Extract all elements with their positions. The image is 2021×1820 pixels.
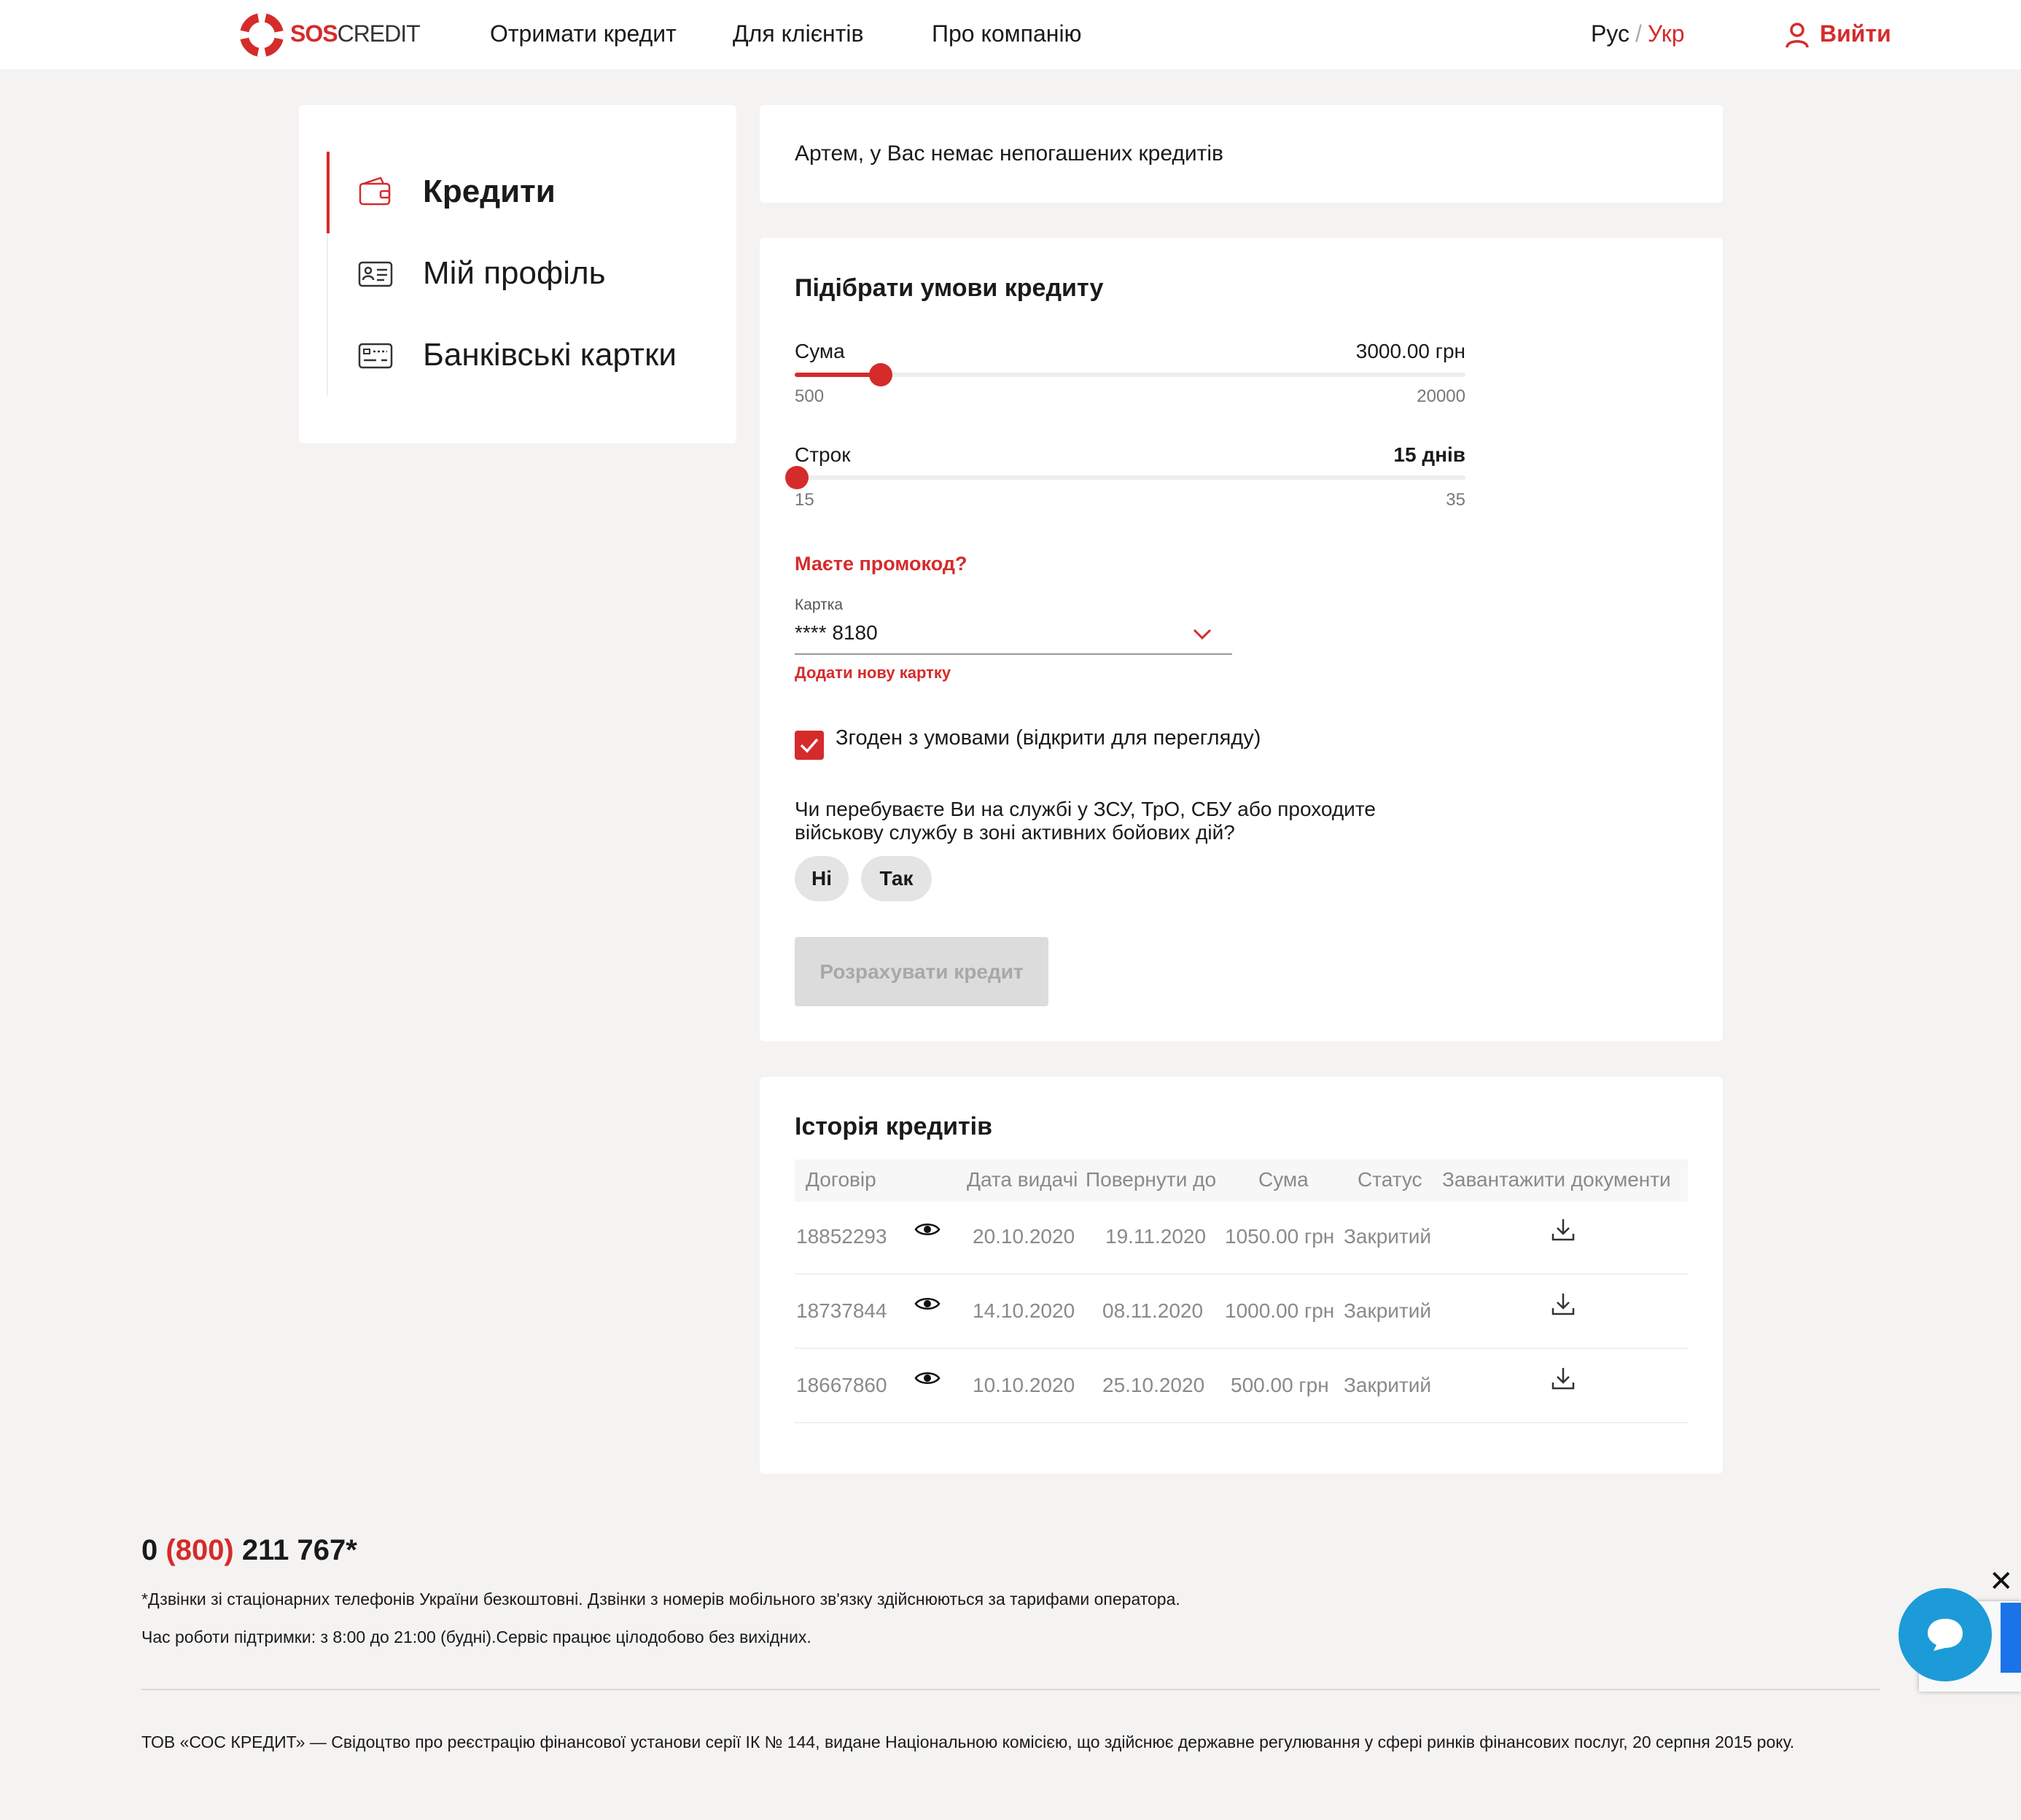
eye-icon[interactable] [914,1295,941,1312]
term-min: 15 [795,490,814,510]
row-contract: 18737844 [796,1299,887,1322]
nav-about-company[interactable]: Про компанію [932,20,1082,47]
amount-value: 3000.00 грн [1355,340,1465,362]
row-issue-date: 20.10.2020 [973,1225,1075,1248]
row-amount: 500.00 грн [1231,1374,1329,1396]
term-max: 35 [1446,490,1465,510]
lifebuoy-logo-icon[interactable] [239,12,284,58]
sidebar-item-credits[interactable]: Кредити [423,174,556,210]
logo-wordmark[interactable]: SOSCREDIT [290,20,421,47]
term-slider-thumb[interactable] [785,466,809,489]
checkmark-icon [800,738,819,753]
calculate-credit-button[interactable]: Розрахувати кредит [795,937,1048,1006]
add-new-card-link[interactable]: Додати нову картку [795,664,951,682]
row-divider [795,1422,1688,1423]
phone-prefix: 0 [141,1534,158,1566]
amount-min: 500 [795,386,825,406]
recaptcha-logo [2001,1603,2021,1673]
agree-checkbox[interactable] [795,731,824,760]
no-active-loans-message: Артем, у Вас немає непогашених кредитів [795,141,1223,166]
row-due-date: 25.10.2020 [1102,1374,1205,1396]
nav-get-credit[interactable]: Отримати кредит [490,20,677,47]
sidebar-item-profile[interactable]: Мій профіль [423,255,606,292]
wallet-icon [359,176,391,206]
row-divider [795,1273,1688,1275]
col-amount: Сума [1258,1168,1309,1191]
lang-separator: / [1635,20,1642,47]
calls-note: *Дзвінки зі стаціонарних телефонів Украї… [141,1590,1180,1609]
term-label: Строк [795,443,851,466]
nav-for-clients[interactable]: Для клієнтів [733,20,863,47]
lang-ru[interactable]: Рус [1591,20,1629,47]
col-status: Статус [1358,1168,1422,1191]
row-status: Закритий [1344,1374,1432,1396]
row-amount: 1000.00 грн [1225,1299,1335,1322]
card-select-value[interactable]: **** 8180 [795,621,878,645]
bank-card-icon [358,343,393,369]
row-status: Закритий [1344,1225,1432,1248]
support-hours: Час роботи підтримки: з 8:00 до 21:00 (б… [141,1628,811,1646]
military-question-line1: Чи перебуваєте Ви на службі у ЗСУ, ТрО, … [795,798,1376,820]
amount-slider-track[interactable] [795,373,1465,377]
language-switch: Рус / Укр [1591,20,1685,47]
support-phone[interactable]: 0 (800) 211 767* [141,1534,357,1567]
amount-label: Сума [795,340,845,362]
logo-sos: SOS [290,20,338,47]
phone-number: 211 767* [241,1534,357,1566]
col-contract: Договір [806,1168,876,1191]
row-due-date: 08.11.2020 [1102,1299,1204,1322]
chat-button[interactable] [1899,1588,1992,1681]
col-issue-date: Дата видачі [967,1168,1078,1191]
sidebar-item-bank-cards[interactable]: Банківські картки [423,337,677,373]
logout-link[interactable]: Вийти [1820,20,1891,47]
col-download-docs: Завантажити документи [1442,1168,1671,1191]
footer-divider [141,1689,1880,1690]
answer-yes-button[interactable]: Так [861,856,932,901]
id-card-icon [358,261,393,287]
promo-code-link[interactable]: Маєте промокод? [795,553,967,575]
row-status: Закритий [1344,1299,1432,1322]
logo-credit: CREDIT [337,20,421,47]
amount-slider-thumb[interactable] [868,363,892,386]
military-question-line2: військову службу в зоні активних бойових… [795,821,1235,844]
amount-slider-fill [795,373,881,377]
chat-bubble-icon [1928,1619,1963,1651]
calculator-card [760,238,1723,1041]
row-issue-date: 14.10.2020 [973,1299,1075,1322]
lang-uk[interactable]: Укр [1648,20,1685,47]
row-contract: 18852293 [796,1225,887,1248]
col-due-date: Повернути до [1086,1168,1217,1191]
answer-no-button[interactable]: Ні [795,856,849,901]
row-divider [795,1348,1688,1349]
calculator-title: Підібрати умови кредиту [795,274,1104,302]
sidebar-active-indicator [327,152,330,233]
row-amount: 1050.00 грн [1225,1225,1335,1248]
agree-terms-label[interactable]: Згоден з умовами (відкрити для перегляду… [836,726,1261,750]
download-icon[interactable] [1550,1291,1576,1317]
term-value: 15 днів [1393,443,1465,466]
term-slider-track[interactable] [795,475,1465,480]
close-icon[interactable]: ✕ [1989,1565,2014,1598]
row-due-date: 19.11.2020 [1105,1225,1207,1248]
card-select-label: Картка [795,596,844,613]
row-issue-date: 10.10.2020 [973,1374,1075,1396]
row-contract: 18667860 [796,1374,887,1396]
download-icon[interactable] [1550,1365,1576,1391]
history-title: Історія кредитів [795,1113,993,1140]
eye-icon[interactable] [914,1221,941,1238]
phone-code: (800) [166,1534,234,1566]
eye-icon[interactable] [914,1369,941,1387]
legal-info: ТОВ «СОС КРЕДИТ» — Свідоцтво про реєстра… [141,1732,1795,1751]
card-select-underline [795,653,1232,655]
user-icon[interactable] [1785,22,1810,48]
amount-max: 20000 [1417,386,1465,406]
chevron-down-icon[interactable] [1193,629,1212,640]
download-icon[interactable] [1550,1216,1576,1242]
